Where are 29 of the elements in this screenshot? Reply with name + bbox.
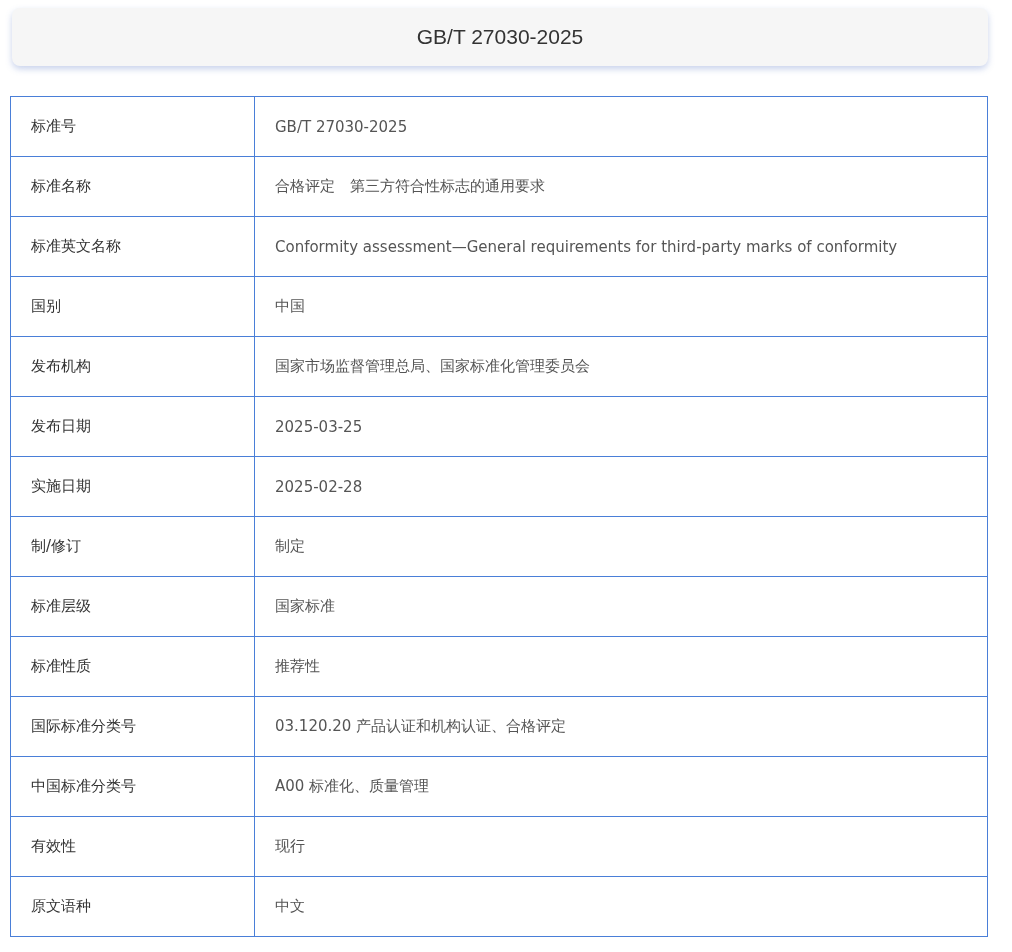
- field-value: 03.120.20 产品认证和机构认证、合格评定: [254, 696, 988, 757]
- field-value: 2025-03-25: [254, 396, 988, 457]
- field-label: 原文语种: [10, 876, 255, 937]
- field-value: A00 标准化、质量管理: [254, 756, 988, 817]
- field-label: 标准性质: [10, 636, 255, 697]
- field-label: 发布机构: [10, 336, 255, 397]
- field-value: 国家标准: [254, 576, 988, 637]
- field-label: 中国标准分类号: [10, 756, 255, 817]
- field-value: 中国: [254, 276, 988, 337]
- field-value: 现行: [254, 816, 988, 877]
- field-value: GB/T 27030-2025: [254, 96, 988, 157]
- field-value: 国家市场监督管理总局、国家标准化管理委员会: [254, 336, 988, 397]
- field-label: 国别: [10, 276, 255, 337]
- field-value: 2025-02-28: [254, 456, 988, 517]
- field-value: 合格评定 第三方符合性标志的通用要求: [254, 156, 988, 217]
- page-title: GB/T 27030-2025: [12, 8, 988, 66]
- field-value: 推荐性: [254, 636, 988, 697]
- field-value: Conformity assessment—General requirements for third-party marks of conformity: [254, 216, 988, 277]
- field-label: 标准号: [10, 96, 255, 157]
- field-label: 标准英文名称: [10, 216, 255, 277]
- field-value: 制定: [254, 516, 988, 577]
- field-label: 标准名称: [10, 156, 255, 217]
- field-label: 发布日期: [10, 396, 255, 457]
- field-label: 国际标准分类号: [10, 696, 255, 757]
- field-label: 标准层级: [10, 576, 255, 637]
- field-value: 中文: [254, 876, 988, 937]
- field-label: 实施日期: [10, 456, 255, 517]
- field-label: 有效性: [10, 816, 255, 877]
- field-label: 制/修订: [10, 516, 255, 577]
